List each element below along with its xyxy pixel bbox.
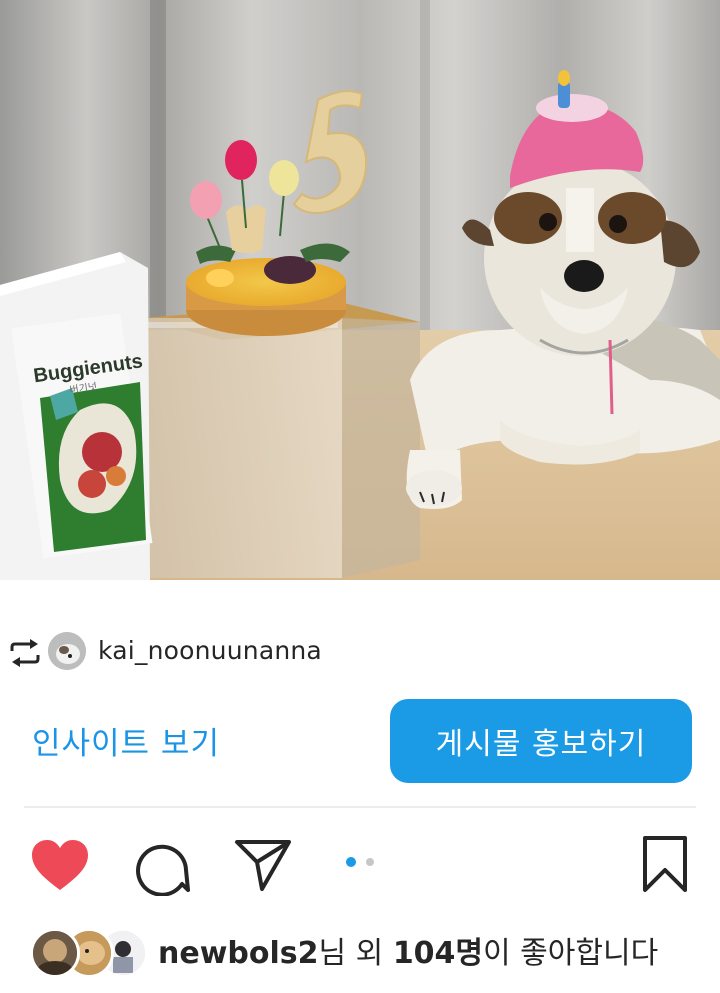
likes-suffix: 이 좋아합니다 xyxy=(483,936,659,971)
comment-icon[interactable] xyxy=(132,838,190,896)
promote-post-button[interactable]: 게시물 홍보하기 xyxy=(390,699,692,783)
send-icon[interactable] xyxy=(234,836,292,892)
liker-username[interactable]: newbols2 xyxy=(158,936,319,971)
likes-text: newbols2님 외 104명이 좋아합니다 xyxy=(158,928,658,972)
likes-count[interactable]: 104명 xyxy=(393,936,483,971)
repost-icon xyxy=(10,639,40,667)
divider xyxy=(24,806,696,808)
heart-filled-icon[interactable] xyxy=(30,838,90,892)
carousel-indicator xyxy=(346,857,374,867)
repost-username[interactable]: kai_noonuunanna xyxy=(98,636,322,665)
carousel-dot-active xyxy=(346,857,356,867)
repost-avatar[interactable] xyxy=(48,632,86,670)
carousel-dot xyxy=(366,858,374,866)
likes-summary[interactable]: newbols2님 외 104명이 좋아합니다 xyxy=(0,924,720,980)
view-insights-link[interactable]: 인사이트 보기 xyxy=(32,718,220,763)
likes-connector: 님 외 xyxy=(318,936,393,971)
bookmark-icon[interactable] xyxy=(640,834,690,894)
post-image[interactable]: Buggienuts 버기넛 xyxy=(0,0,720,580)
repost-attribution[interactable]: kai_noonuunanna xyxy=(0,628,720,678)
liker-avatar[interactable] xyxy=(30,928,80,978)
